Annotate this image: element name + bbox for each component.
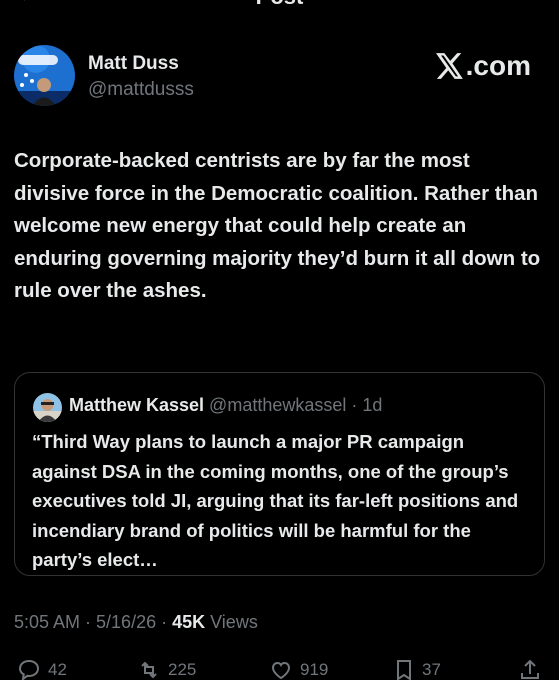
author-avatar[interactable] bbox=[14, 45, 75, 106]
x-logo: .com bbox=[435, 50, 531, 82]
bookmark-button[interactable]: 37 bbox=[392, 658, 441, 680]
repost-icon bbox=[141, 661, 157, 679]
like-count: 919 bbox=[300, 660, 329, 679]
quoted-author-avatar[interactable] bbox=[33, 393, 62, 422]
reply-icon bbox=[18, 659, 40, 680]
post-timestamp[interactable]: 5:05 AM · 5/16/26 · bbox=[14, 612, 172, 632]
like-button[interactable]: 919 bbox=[268, 658, 328, 680]
x-logo-text: .com bbox=[465, 50, 531, 81]
share-icon bbox=[521, 659, 539, 679]
quoted-post-text: “Third Way plans to launch a major PR ca… bbox=[32, 431, 519, 570]
post-page: Post Matt Duss @mattdusss .com Corporate… bbox=[0, 0, 559, 680]
quoted-author-name[interactable]: Matthew Kassel bbox=[69, 395, 204, 415]
reply-count: 42 bbox=[48, 660, 67, 679]
views-label: Views bbox=[205, 612, 258, 632]
page-title: Post bbox=[0, 0, 559, 10]
action-bar: 42 225 919 37 bbox=[0, 658, 559, 680]
x-icon bbox=[435, 53, 463, 79]
views-count: 45K bbox=[172, 612, 206, 632]
reply-button[interactable]: 42 bbox=[16, 658, 67, 680]
bookmark-count: 37 bbox=[422, 660, 441, 679]
author-name[interactable]: Matt Duss bbox=[88, 53, 179, 75]
repost-count: 225 bbox=[168, 660, 197, 679]
post-meta: 5:05 AM · 5/16/26 · 45K Views bbox=[14, 612, 258, 633]
heart-icon bbox=[271, 661, 291, 680]
top-bar: Post bbox=[0, 0, 559, 10]
repost-button[interactable]: 225 bbox=[136, 658, 196, 680]
quoted-author-handle[interactable]: @matthewkassel · 1d bbox=[204, 395, 382, 415]
quoted-post-header: Matthew Kassel @matthewkassel · 1d bbox=[69, 395, 382, 416]
quoted-post[interactable]: Matthew Kassel @matthewkassel · 1d “Thir… bbox=[14, 372, 545, 576]
bookmark-icon bbox=[397, 660, 411, 680]
share-button[interactable] bbox=[518, 658, 542, 680]
author-handle[interactable]: @mattdusss bbox=[88, 79, 194, 101]
tweet-text: Corporate-backed centrists are by far th… bbox=[14, 149, 541, 302]
